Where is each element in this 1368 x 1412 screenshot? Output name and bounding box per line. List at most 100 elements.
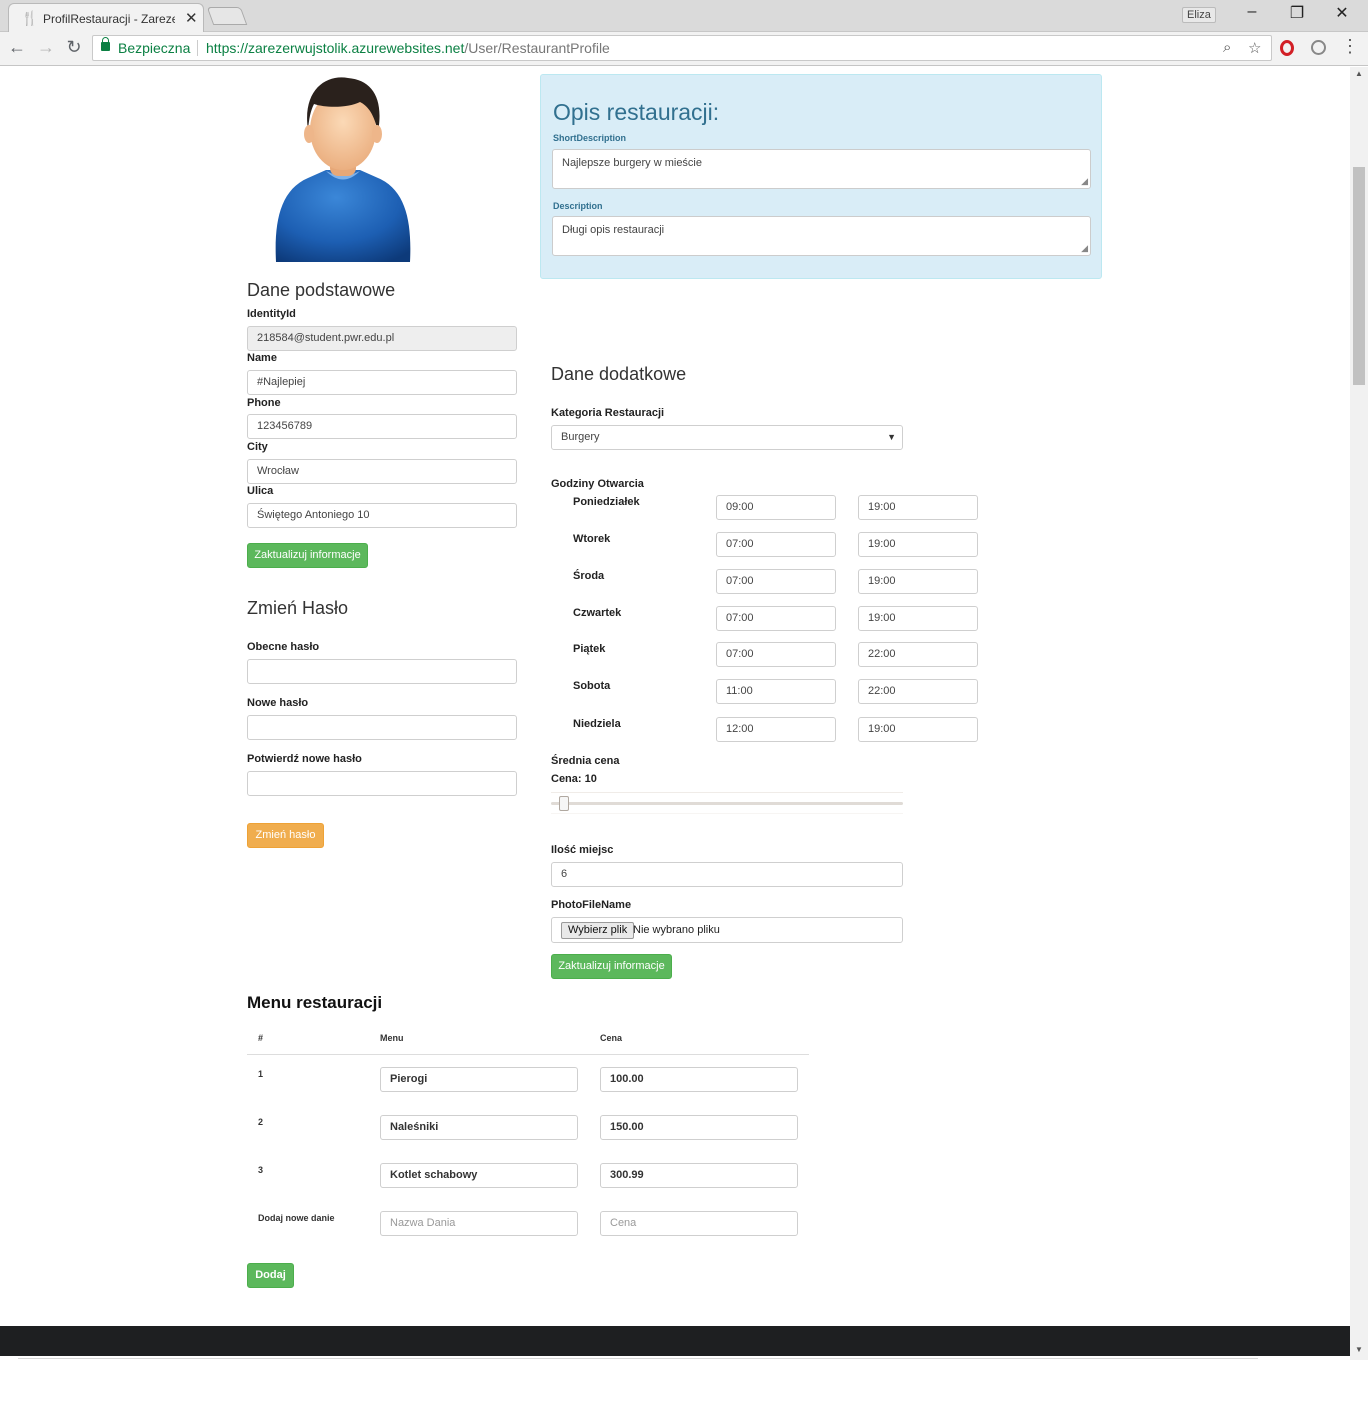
close-time-field[interactable]: 19:00 — [858, 606, 978, 631]
fork-knife-icon: 🍴 — [21, 10, 39, 26]
confirm-password-field[interactable] — [247, 771, 517, 796]
url-text: https://zarezerwujstolik.azurewebsites.n… — [206, 40, 610, 56]
column-header-num: # — [258, 1033, 264, 1043]
open-time-field[interactable]: 12:00 — [716, 717, 836, 742]
price-slider-track[interactable] — [551, 802, 903, 805]
column-header-price: Cena — [600, 1033, 623, 1043]
close-time-field[interactable]: 19:00 — [858, 717, 978, 742]
scroll-down-icon[interactable]: ▼ — [1355, 1345, 1363, 1354]
close-time-field[interactable]: 22:00 — [858, 642, 978, 667]
new-password-field[interactable] — [247, 715, 517, 740]
dish-price-field[interactable]: 150.00 — [600, 1115, 798, 1140]
reload-icon[interactable]: ↻ — [63, 37, 85, 58]
day-label: Środa — [573, 570, 605, 582]
open-time-field[interactable]: 07:00 — [716, 606, 836, 631]
dish-price-field[interactable]: 100.00 — [600, 1067, 798, 1092]
city-field[interactable]: Wrocław — [247, 459, 517, 484]
add-dish-button[interactable]: Dodaj — [247, 1263, 294, 1288]
open-time-field[interactable]: 07:00 — [716, 569, 836, 594]
resize-grip-icon[interactable]: ◢ — [1081, 243, 1088, 254]
update-extra-button[interactable]: Zaktualizuj informacje — [551, 954, 672, 979]
choose-file-button[interactable]: Wybierz plik — [561, 922, 635, 939]
row-number: 1 — [258, 1069, 264, 1079]
scroll-thumb[interactable] — [1353, 167, 1365, 385]
description-field[interactable]: Długi opis restauracji ◢ — [552, 216, 1091, 256]
name-label: Name — [247, 352, 277, 364]
open-time-field[interactable]: 07:00 — [716, 642, 836, 667]
day-label: Czwartek — [573, 607, 622, 619]
opera-icon[interactable] — [1280, 40, 1294, 56]
day-label: Sobota — [573, 680, 611, 692]
resize-grip-icon[interactable]: ◢ — [1081, 176, 1088, 187]
address-bar[interactable]: Bezpieczna https://zarezerwujstolik.azur… — [92, 35, 1272, 61]
forward-icon[interactable]: → — [35, 37, 57, 58]
current-password-label: Obecne hasło — [247, 641, 320, 653]
price-label: Średnia cena — [551, 755, 620, 767]
change-password-heading: Zmień Hasło — [247, 598, 349, 618]
dropdown-arrow-icon: ▼ — [887, 432, 896, 442]
close-time-field[interactable]: 19:00 — [858, 569, 978, 594]
url-host: https://zarezerwujstolik.azurewebsites.n… — [206, 40, 465, 56]
row-number: 3 — [258, 1165, 264, 1175]
close-time-field[interactable]: 22:00 — [858, 679, 978, 704]
tab-title: ProfilRestauracji - Zarezerwuj — [43, 12, 175, 26]
street-field[interactable]: Świętego Antoniego 10 — [247, 503, 517, 528]
url-path: /User/RestaurantProfile — [464, 40, 610, 56]
scrollbar[interactable]: ▲ ▼ — [1350, 67, 1368, 1360]
secure-label: Bezpieczna — [118, 40, 191, 56]
open-time-field[interactable]: 07:00 — [716, 532, 836, 557]
day-label: Wtorek — [573, 533, 611, 545]
open-time-field[interactable]: 09:00 — [716, 495, 836, 520]
photo-label: PhotoFileName — [551, 899, 632, 911]
new-dish-price-field[interactable]: Cena — [600, 1211, 798, 1236]
category-label: Kategoria Restauracji — [551, 407, 665, 419]
back-icon[interactable]: ← — [6, 37, 28, 58]
current-password-field[interactable] — [247, 659, 517, 684]
table-divider — [247, 1054, 809, 1055]
dish-name-field[interactable]: Naleśniki — [380, 1115, 578, 1140]
dish-name-field[interactable]: Kotlet schabowy — [380, 1163, 578, 1188]
photo-file-input[interactable]: Wybierz plik Nie wybrano pliku — [551, 917, 903, 943]
browser-tab[interactable]: 🍴 ProfilRestauracji - Zarezerwuj ✕ — [8, 3, 204, 33]
dish-price-field[interactable]: 300.99 — [600, 1163, 798, 1188]
scroll-up-icon[interactable]: ▲ — [1355, 69, 1363, 78]
confirm-password-label: Potwierdź nowe hasło — [247, 753, 362, 765]
short-description-field[interactable]: Najlepsze burgery w mieście ◢ — [552, 149, 1091, 189]
zoom-icon[interactable]: ⌕ — [1223, 39, 1231, 56]
close-tab-icon[interactable]: ✕ — [185, 9, 198, 27]
seats-field[interactable]: 6 — [551, 862, 903, 887]
price-slider-handle[interactable] — [559, 796, 569, 811]
extra-data-heading: Dane dodatkowe — [551, 364, 687, 384]
basic-data-heading: Dane podstawowe — [247, 280, 396, 300]
change-password-button[interactable]: Zmień hasło — [247, 823, 324, 848]
category-value: Burgery — [561, 431, 600, 443]
profile-name[interactable]: Eliza — [1182, 7, 1216, 23]
description-panel: Opis restauracji: ShortDescription Najle… — [540, 74, 1102, 279]
tab-strip: 🍴 ProfilRestauracji - Zarezerwuj ✕ Eliza… — [0, 0, 1368, 33]
window-close-icon[interactable]: ✕ — [1330, 3, 1354, 23]
phone-field[interactable]: 123456789 — [247, 414, 517, 439]
bottom-divider — [18, 1358, 1258, 1359]
phone-label: Phone — [247, 397, 281, 409]
star-icon[interactable]: ☆ — [1248, 39, 1261, 57]
name-field[interactable]: #Najlepiej — [247, 370, 517, 395]
close-time-field[interactable]: 19:00 — [858, 495, 978, 520]
browser-menu-icon[interactable]: ⋮ — [1341, 36, 1359, 57]
category-select[interactable]: Burgery ▼ — [551, 425, 903, 450]
restore-icon[interactable]: ❐ — [1285, 3, 1309, 23]
dish-name-field[interactable]: Pierogi — [380, 1067, 578, 1092]
column-header-menu: Menu — [380, 1033, 404, 1043]
city-label: City — [247, 441, 268, 453]
new-tab-button[interactable] — [206, 7, 248, 25]
close-time-field[interactable]: 19:00 — [858, 532, 978, 557]
extension-icon[interactable] — [1311, 40, 1326, 55]
description-label: Description — [553, 201, 603, 211]
new-dish-name-field[interactable]: Nazwa Dania — [380, 1211, 578, 1236]
lock-icon — [101, 37, 110, 51]
browser-toolbar: ← → ↻ Bezpieczna https://zarezerwujstoli… — [0, 32, 1368, 66]
description-text: Długi opis restauracji — [562, 224, 665, 236]
update-basic-button[interactable]: Zaktualizuj informacje — [247, 543, 368, 568]
minimize-icon[interactable]: – — [1240, 3, 1264, 21]
open-time-field[interactable]: 11:00 — [716, 679, 836, 704]
day-label: Poniedziałek — [573, 496, 640, 508]
